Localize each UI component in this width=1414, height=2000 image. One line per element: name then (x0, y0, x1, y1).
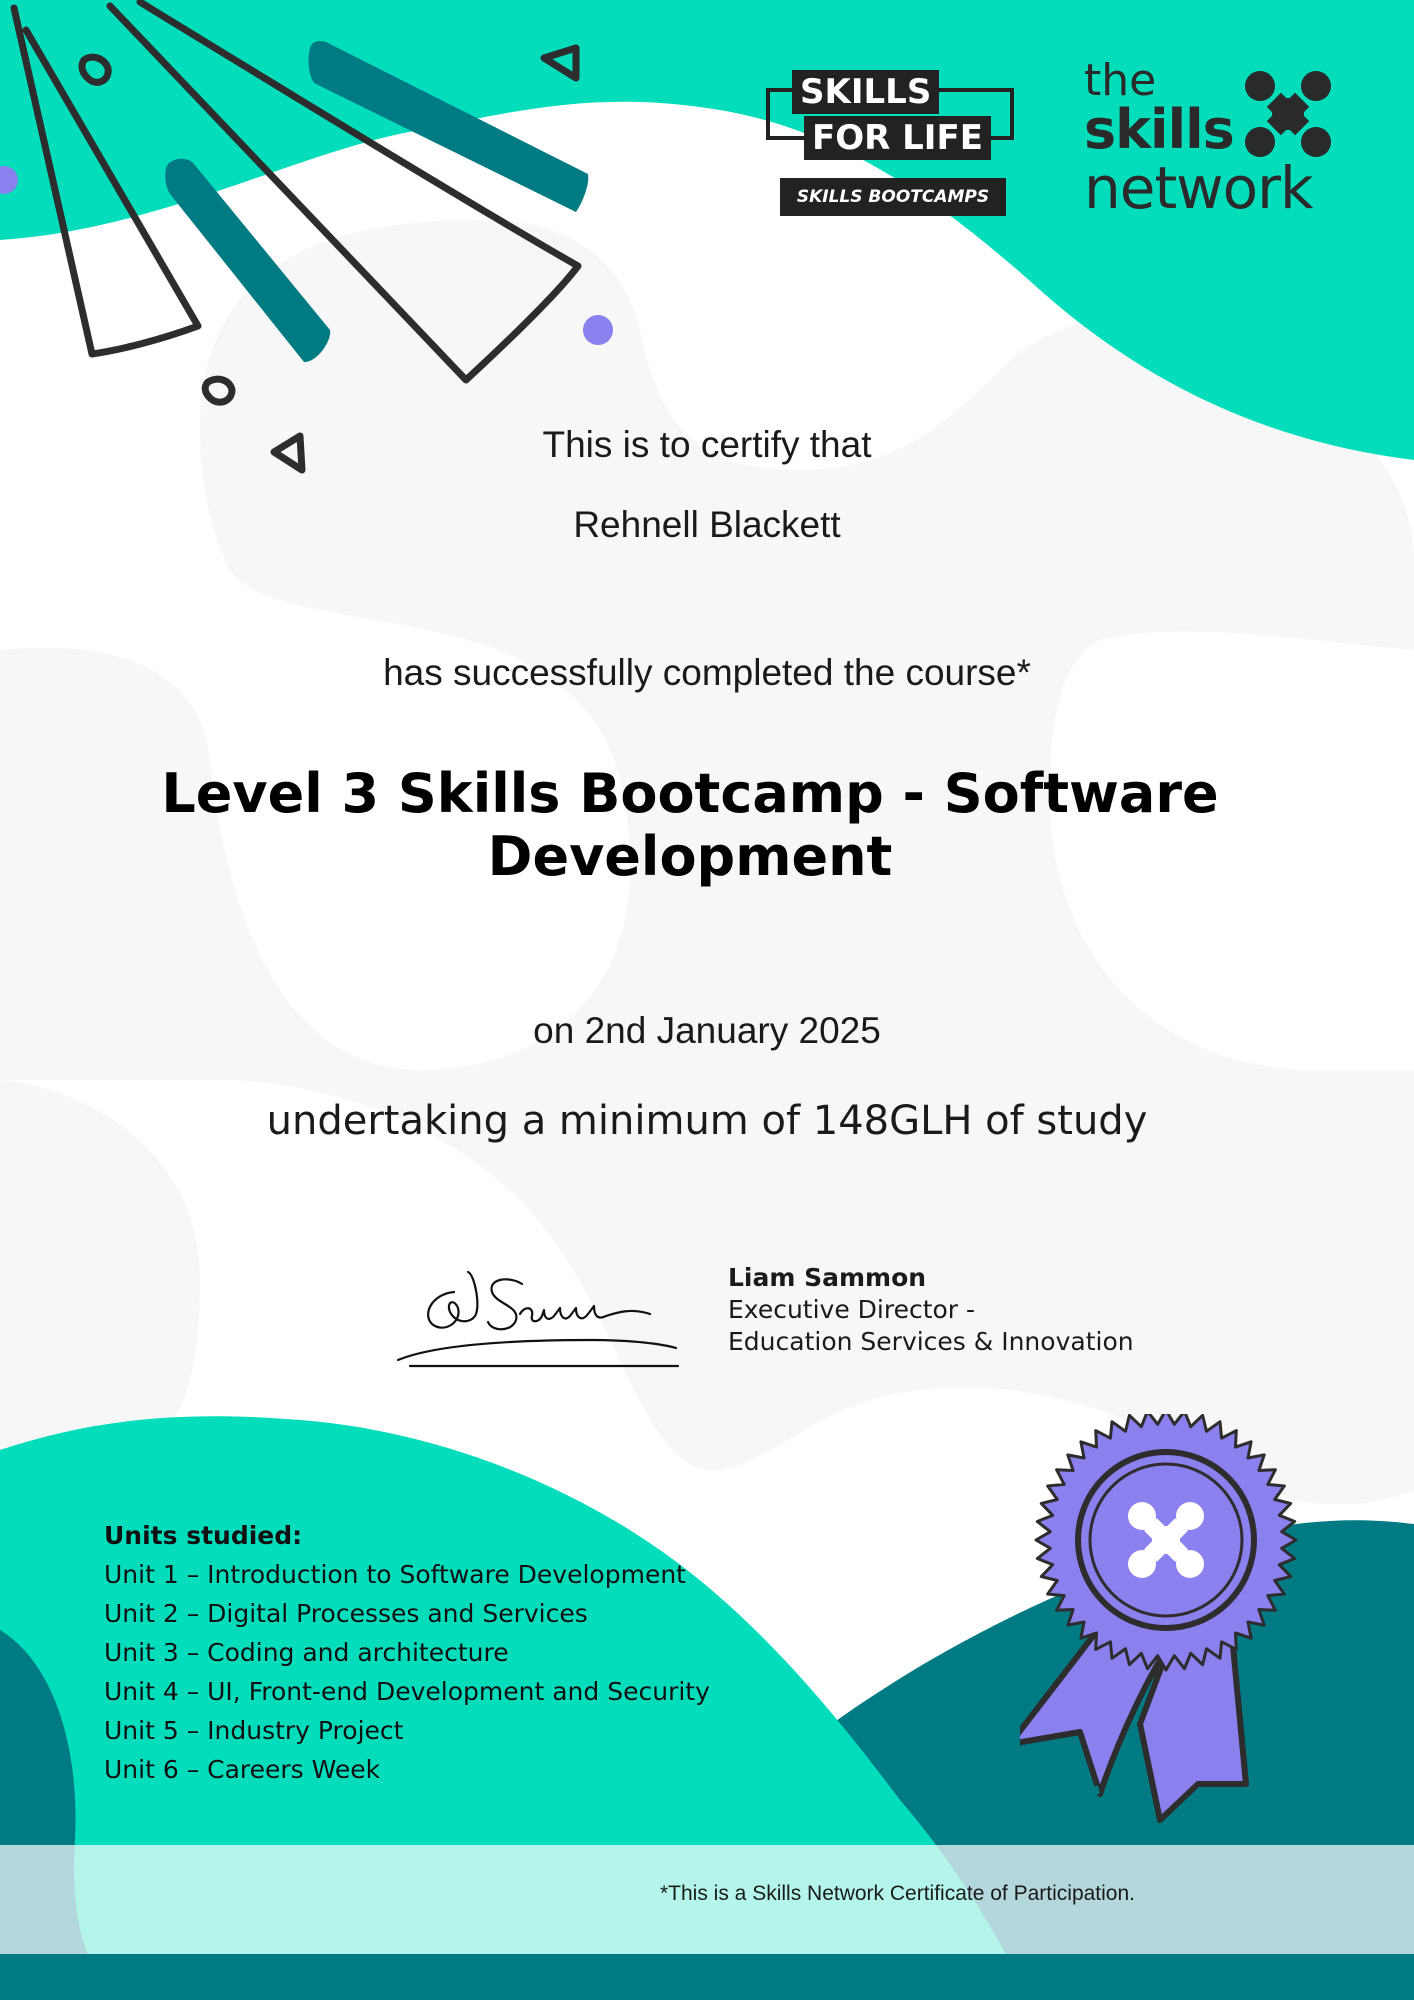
footnote: *This is a Skills Network Certificate of… (660, 1882, 1135, 1905)
logo-text-skills: skills (1084, 98, 1235, 161)
rosette-award-icon (1020, 1414, 1298, 1823)
unit-item: Unit 2 – Digital Processes and Services (104, 1599, 588, 1628)
signatory-block: Liam Sammon Executive Director - Educati… (728, 1262, 1134, 1358)
recipient-name: Rehnell Blackett (573, 504, 841, 545)
logo-text-for-life: FOR LIFE (804, 116, 991, 160)
skills-for-life-logo: SKILLS FOR LIFE SKILLS BOOTCAMPS (762, 66, 1020, 220)
logo-text-bootcamps: SKILLS BOOTCAMPS (780, 178, 1006, 216)
course-title: Level 3 Skills Bootcamp - Software Devel… (161, 762, 1219, 888)
signatory-title-line1: Executive Director - (728, 1295, 976, 1324)
logo-text-network: network (1084, 154, 1314, 222)
certificate-page: SKILLS FOR LIFE SKILLS BOOTCAMPS the ski… (0, 0, 1414, 2000)
unit-item: Unit 6 – Careers Week (104, 1755, 381, 1784)
units-list: Units studied: Unit 1 – Introduction to … (104, 1516, 710, 1789)
completion-date: on 2nd January 2025 (533, 1010, 881, 1051)
skills-network-logo: the skills network (1084, 56, 1344, 222)
unit-item: Unit 1 – Introduction to Software Develo… (104, 1560, 686, 1589)
signatory-title-line2: Education Services & Innovation (728, 1327, 1134, 1356)
completion-statement: has successfully completed the course* (383, 652, 1031, 693)
units-heading: Units studied: (104, 1521, 303, 1550)
network-node-icon (1245, 71, 1331, 157)
unit-item: Unit 3 – Coding and architecture (104, 1638, 509, 1667)
logo-text-skills: SKILLS (792, 70, 940, 114)
unit-item: Unit 5 – Industry Project (104, 1716, 404, 1745)
handwritten-signature (396, 1270, 680, 1368)
unit-item: Unit 4 – UI, Front-end Development and S… (104, 1677, 710, 1706)
certify-intro: This is to certify that (542, 424, 872, 465)
study-hours: undertaking a minimum of 148GLH of study (266, 1098, 1148, 1144)
signatory-name: Liam Sammon (728, 1263, 927, 1292)
